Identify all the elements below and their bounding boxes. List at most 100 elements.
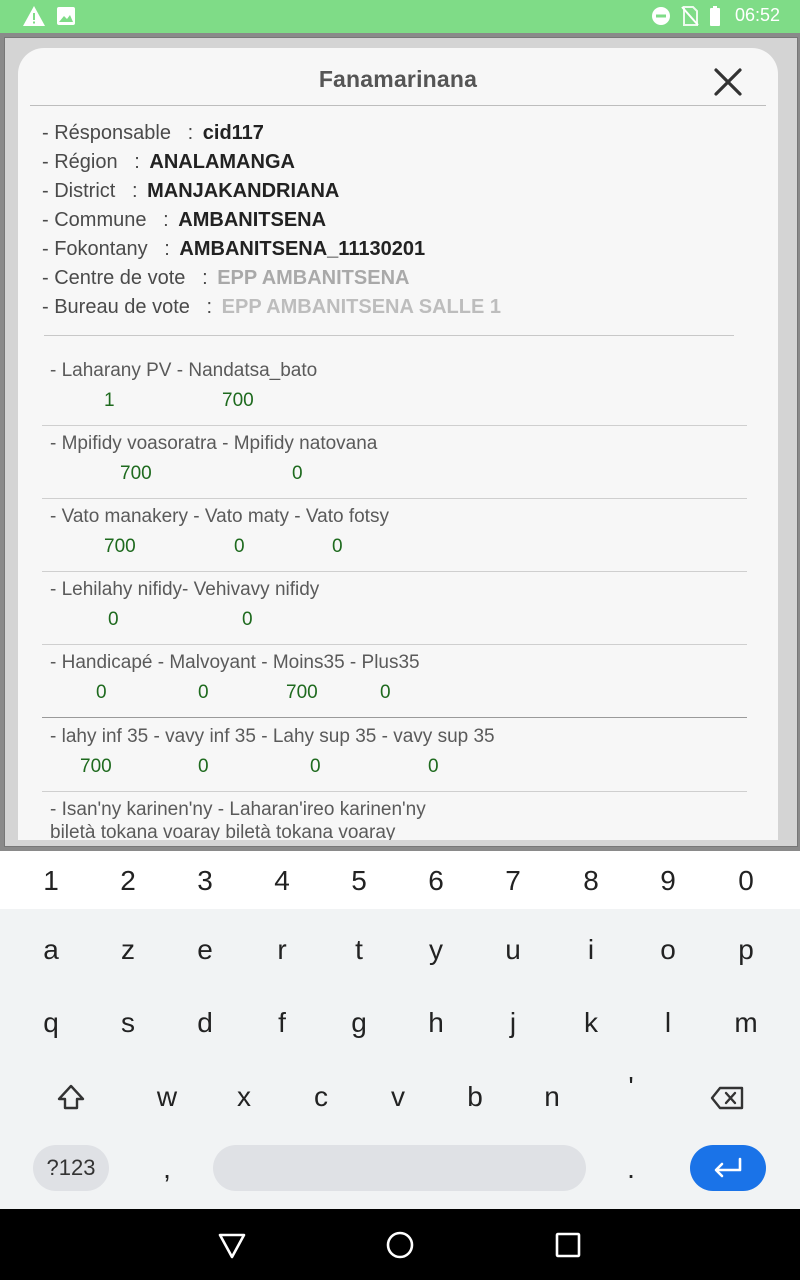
section-label: - lahy inf 35 - vavy inf 35 - Lahy sup 3… [50, 726, 495, 747]
key-g[interactable]: g [329, 1003, 389, 1043]
value-vato-maty: 0 [234, 536, 245, 557]
info-commune: - Commune : AMBANITSENA [42, 209, 742, 238]
value-voasoratra: 700 [120, 463, 152, 484]
recents-icon [555, 1232, 581, 1258]
info-district: - District : MANJAKANDRIANA [42, 180, 742, 209]
key-j[interactable]: j [483, 1003, 543, 1043]
key-c[interactable]: c [291, 1077, 351, 1117]
key-5[interactable]: 5 [329, 861, 389, 901]
key-s[interactable]: s [98, 1003, 158, 1043]
info-region: - Région : ANALAMANGA [42, 151, 742, 180]
symbols-key[interactable]: ?123 [33, 1145, 109, 1191]
warning-icon [23, 6, 45, 26]
key-n[interactable]: n [522, 1077, 582, 1117]
value-malvoyant: 0 [198, 682, 209, 703]
close-button[interactable] [710, 64, 746, 100]
key-o[interactable]: o [638, 930, 698, 970]
value-lahy-inf-35: 700 [80, 756, 112, 777]
shift-key[interactable] [46, 1077, 96, 1117]
key-1[interactable]: 1 [21, 861, 81, 901]
info-bureau-de-vote: - Bureau de vote : EPP AMBANITSENA SALLE… [42, 296, 742, 325]
value-lahy-sup-35: 0 [310, 756, 321, 777]
home-button[interactable] [384, 1229, 416, 1261]
value-lehilahy: 0 [108, 609, 119, 630]
key-t[interactable]: t [329, 930, 389, 970]
info-sep: : [187, 122, 194, 144]
info-sep: : [132, 180, 138, 202]
key-comma[interactable]: , [137, 1149, 197, 1189]
key-0[interactable]: 0 [716, 861, 776, 901]
backspace-key[interactable] [703, 1077, 753, 1117]
info-label: - Commune [42, 209, 147, 231]
shift-icon [57, 1084, 85, 1110]
no-sim-icon [681, 5, 699, 26]
key-m[interactable]: m [716, 1003, 776, 1043]
info-value: AMBANITSENA_11130201 [179, 238, 426, 260]
key-d[interactable]: d [175, 1003, 235, 1043]
key-2[interactable]: 2 [98, 861, 158, 901]
section-values: 700 0 [42, 463, 747, 487]
key-f[interactable]: f [252, 1003, 312, 1043]
key-u[interactable]: u [483, 930, 543, 970]
dnd-icon [651, 6, 670, 25]
enter-key[interactable] [690, 1145, 766, 1191]
backspace-icon [710, 1086, 744, 1110]
number-row: 1 2 3 4 5 6 7 8 9 0 [0, 851, 800, 909]
key-z[interactable]: z [98, 930, 158, 970]
key-w[interactable]: w [137, 1077, 197, 1117]
close-icon [714, 68, 742, 96]
key-6[interactable]: 6 [406, 861, 466, 901]
dialog-title: Fanamarinana [318, 66, 478, 92]
info-list: - Résponsable : cid117 - Région : ANALAM… [42, 122, 742, 325]
section-divider [42, 644, 747, 645]
key-apostrophe[interactable]: ' [601, 1067, 661, 1107]
key-l[interactable]: l [638, 1003, 698, 1043]
section-divider [42, 571, 747, 572]
back-button[interactable] [216, 1229, 248, 1261]
value-laharany-pv: 1 [104, 390, 115, 411]
value-handicape: 0 [96, 682, 107, 703]
key-9[interactable]: 9 [638, 861, 698, 901]
space-key[interactable] [213, 1145, 586, 1191]
section-values: 0 0 700 0 [42, 682, 747, 706]
keyboard: 1 2 3 4 5 6 7 8 9 0 a z e r t y u i o p … [0, 851, 800, 1209]
key-period[interactable]: . [601, 1149, 661, 1189]
section-label: - Handicapé - Malvoyant - Moins35 - Plus… [50, 652, 420, 673]
key-v[interactable]: v [368, 1077, 428, 1117]
info-responsable: - Résponsable : cid117 [42, 122, 742, 151]
key-8[interactable]: 8 [561, 861, 621, 901]
key-x[interactable]: x [214, 1077, 274, 1117]
section-label: - Mpifidy voasoratra - Mpifidy natovana [50, 433, 378, 454]
info-sep: : [163, 209, 169, 231]
key-e[interactable]: e [175, 930, 235, 970]
status-time: 06:52 [734, 5, 780, 25]
recents-button[interactable] [552, 1229, 584, 1261]
section-values: 700 0 0 0 [42, 756, 747, 780]
section-values: 700 0 0 [42, 536, 747, 560]
key-a[interactable]: a [21, 930, 81, 970]
home-icon [386, 1231, 414, 1259]
key-4[interactable]: 4 [252, 861, 312, 901]
key-i[interactable]: i [561, 930, 621, 970]
value-vavy-sup-35: 0 [428, 756, 439, 777]
key-k[interactable]: k [561, 1003, 621, 1043]
key-b[interactable]: b [445, 1077, 505, 1117]
key-r[interactable]: r [252, 930, 312, 970]
section-divider [42, 498, 747, 499]
section-values: 0 0 [42, 609, 747, 633]
battery-icon [709, 5, 720, 26]
key-h[interactable]: h [406, 1003, 466, 1043]
dialog: Fanamarinana - Résponsable : cid117 - Ré… [18, 48, 778, 840]
nav-bar [0, 1209, 800, 1280]
section-label: - Vato manakery - Vato maty - Vato fotsy [50, 506, 389, 527]
key-7[interactable]: 7 [483, 861, 543, 901]
info-sep: : [134, 151, 140, 173]
title-divider [30, 105, 766, 106]
key-3[interactable]: 3 [175, 861, 235, 901]
value-vavy-inf-35: 0 [198, 756, 209, 777]
key-q[interactable]: q [21, 1003, 81, 1043]
section-divider [42, 717, 747, 718]
section-label-2: biletà tokana voaray biletà tokana voara… [50, 822, 396, 840]
key-y[interactable]: y [406, 930, 466, 970]
key-p[interactable]: p [716, 930, 776, 970]
